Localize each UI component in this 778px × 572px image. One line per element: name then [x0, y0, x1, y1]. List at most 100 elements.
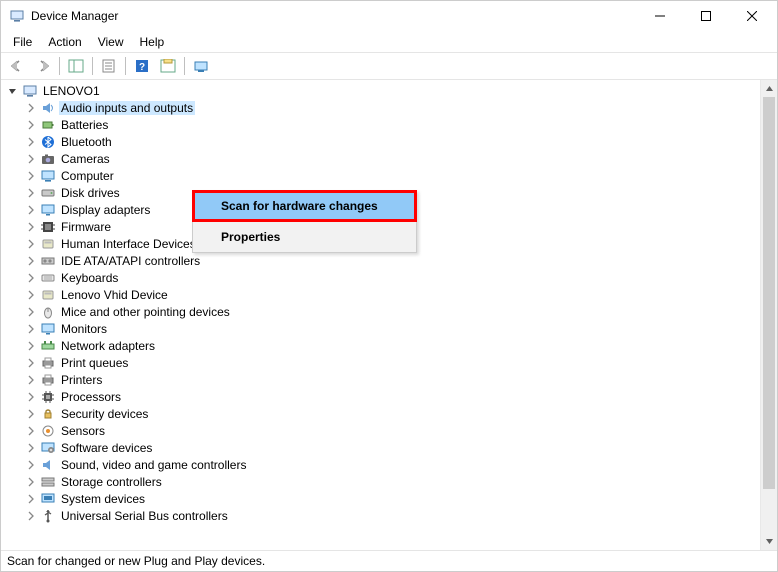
help-button[interactable]: ?: [130, 55, 154, 77]
expand-icon[interactable]: [23, 151, 39, 167]
printer-icon: [40, 372, 56, 388]
tree-category-label: Software devices: [59, 441, 154, 455]
bluetooth-icon: [40, 134, 56, 150]
toolbar-separator: [184, 57, 185, 75]
forward-button[interactable]: [31, 55, 55, 77]
processor-icon: [40, 389, 56, 405]
expand-icon[interactable]: [23, 491, 39, 507]
expand-icon[interactable]: [23, 508, 39, 524]
expand-icon[interactable]: [23, 168, 39, 184]
usb-icon: [40, 508, 56, 524]
tree-category-label: Sensors: [59, 424, 107, 438]
tree-category-node[interactable]: IDE ATA/ATAPI controllers: [23, 252, 760, 269]
hid-icon: [40, 287, 56, 303]
tree-category-node[interactable]: System devices: [23, 490, 760, 507]
tree-category-node[interactable]: Monitors: [23, 320, 760, 337]
menu-help[interactable]: Help: [132, 33, 173, 51]
menu-view[interactable]: View: [90, 33, 132, 51]
network-icon: [40, 338, 56, 354]
battery-icon: [40, 117, 56, 133]
tree-category-label: Monitors: [59, 322, 109, 336]
disk-icon: [40, 185, 56, 201]
tree-category-label: Cameras: [59, 152, 112, 166]
tree-category-node[interactable]: Print queues: [23, 354, 760, 371]
expand-icon[interactable]: [23, 406, 39, 422]
expand-icon[interactable]: [23, 304, 39, 320]
tree-category-node[interactable]: Network adapters: [23, 337, 760, 354]
tree-category-node[interactable]: Sensors: [23, 422, 760, 439]
tree-category-node[interactable]: Batteries: [23, 116, 760, 133]
tree-category-node[interactable]: Printers: [23, 371, 760, 388]
ctx-scan-hardware[interactable]: Scan for hardware changes: [195, 193, 414, 219]
tree-category-node[interactable]: Keyboards: [23, 269, 760, 286]
expand-icon[interactable]: [23, 287, 39, 303]
expand-icon[interactable]: [23, 219, 39, 235]
tree-category-node[interactable]: Universal Serial Bus controllers: [23, 507, 760, 524]
minimize-button[interactable]: [637, 1, 683, 31]
scroll-up-arrow[interactable]: [761, 80, 777, 97]
expand-icon[interactable]: [23, 389, 39, 405]
tree-category-node[interactable]: Audio inputs and outputs: [23, 99, 760, 116]
expand-icon[interactable]: [23, 338, 39, 354]
show-hide-console-tree-button[interactable]: [64, 55, 88, 77]
tree-category-label: Lenovo Vhid Device: [59, 288, 170, 302]
vertical-scrollbar[interactable]: [760, 80, 777, 550]
tree-category-node[interactable]: Storage controllers: [23, 473, 760, 490]
collapse-icon[interactable]: [5, 83, 21, 99]
properties-button[interactable]: [97, 55, 121, 77]
tree-category-label: Disk drives: [59, 186, 122, 200]
tree-category-node[interactable]: Bluetooth: [23, 133, 760, 150]
close-button[interactable]: [729, 1, 775, 31]
tree-category-node[interactable]: Mice and other pointing devices: [23, 303, 760, 320]
expand-icon[interactable]: [23, 253, 39, 269]
expand-icon[interactable]: [23, 372, 39, 388]
printer-icon: [40, 355, 56, 371]
tree-category-label: Processors: [59, 390, 123, 404]
tree-category-node[interactable]: Security devices: [23, 405, 760, 422]
scroll-track[interactable]: [761, 97, 777, 533]
mouse-icon: [40, 304, 56, 320]
tree-root-node[interactable]: LENOVO1: [5, 82, 760, 99]
tree-category-node[interactable]: Computer: [23, 167, 760, 184]
tree-category-label: System devices: [59, 492, 147, 506]
tree-category-node[interactable]: Sound, video and game controllers: [23, 456, 760, 473]
tree-category-node[interactable]: Processors: [23, 388, 760, 405]
tree-category-node[interactable]: Software devices: [23, 439, 760, 456]
device-tree[interactable]: LENOVO1 Audio inputs and outputsBatteries…: [1, 80, 760, 526]
expand-icon[interactable]: [23, 355, 39, 371]
expand-icon[interactable]: [23, 474, 39, 490]
expand-icon[interactable]: [23, 321, 39, 337]
menu-file[interactable]: File: [5, 33, 40, 51]
ide-icon: [40, 253, 56, 269]
expand-icon[interactable]: [23, 440, 39, 456]
context-menu: Scan for hardware changes Properties: [192, 190, 417, 253]
expand-icon[interactable]: [23, 185, 39, 201]
tree-category-label: Sound, video and game controllers: [59, 458, 248, 472]
scan-hardware-button[interactable]: [156, 55, 180, 77]
back-button[interactable]: [5, 55, 29, 77]
software-icon: [40, 440, 56, 456]
devices-by-connection-button[interactable]: [189, 55, 213, 77]
expand-icon[interactable]: [23, 202, 39, 218]
tree-category-label: Audio inputs and outputs: [59, 101, 195, 115]
expand-icon[interactable]: [23, 117, 39, 133]
expand-icon[interactable]: [23, 236, 39, 252]
maximize-button[interactable]: [683, 1, 729, 31]
expand-icon[interactable]: [23, 270, 39, 286]
toolbar-separator: [92, 57, 93, 75]
menu-action[interactable]: Action: [40, 33, 89, 51]
expand-icon[interactable]: [23, 100, 39, 116]
tree-category-node[interactable]: Cameras: [23, 150, 760, 167]
content-area: LENOVO1 Audio inputs and outputsBatteries…: [1, 80, 777, 551]
expand-icon[interactable]: [23, 457, 39, 473]
tree-category-label: Print queues: [59, 356, 130, 370]
tree-category-label: Bluetooth: [59, 135, 114, 149]
expand-icon[interactable]: [23, 134, 39, 150]
tree-category-label: Display adapters: [59, 203, 152, 217]
device-manager-icon: [9, 8, 25, 24]
scroll-thumb[interactable]: [763, 97, 775, 489]
expand-icon[interactable]: [23, 423, 39, 439]
ctx-properties[interactable]: Properties: [195, 224, 414, 250]
tree-category-node[interactable]: Lenovo Vhid Device: [23, 286, 760, 303]
scroll-down-arrow[interactable]: [761, 533, 777, 550]
